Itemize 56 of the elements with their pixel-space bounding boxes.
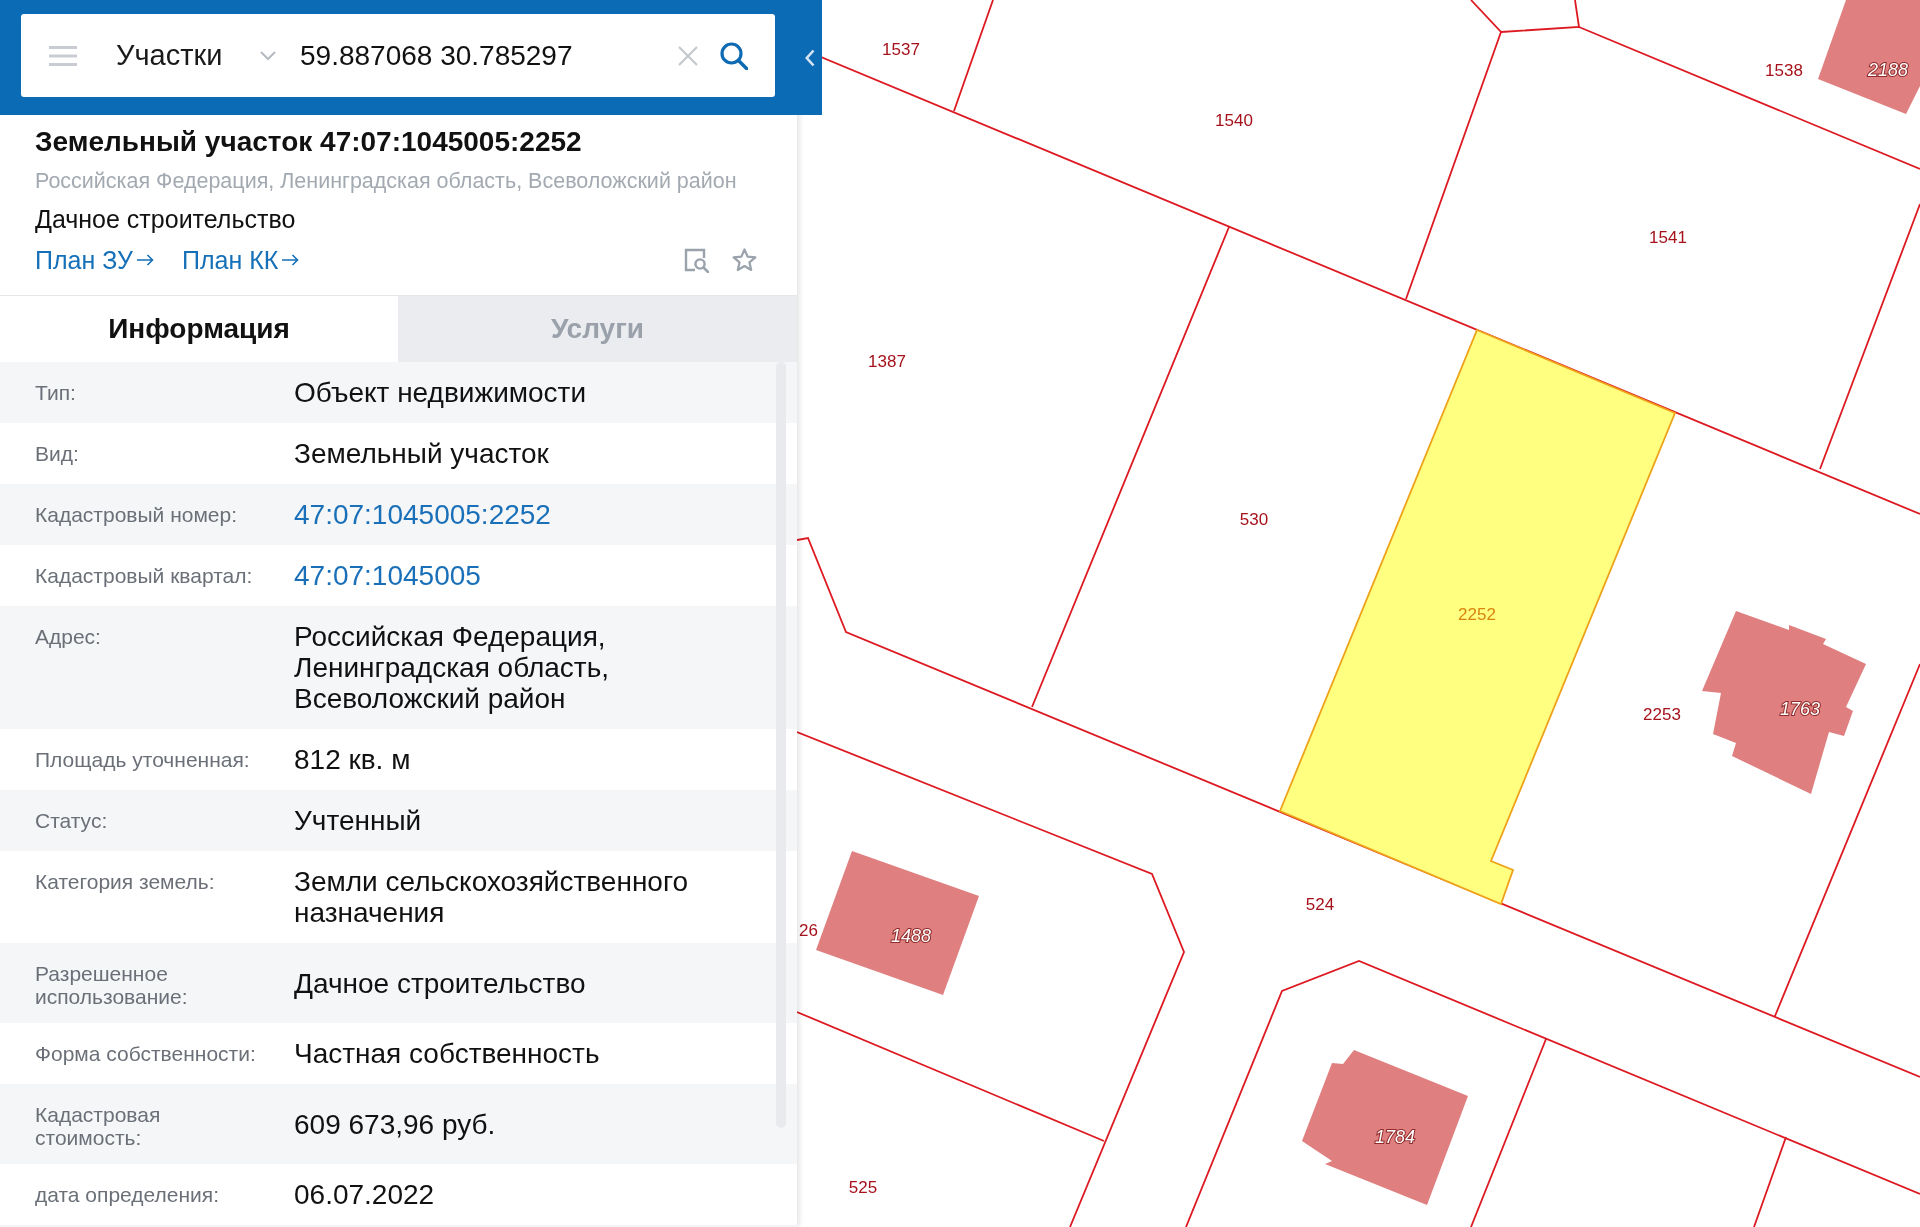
property-label: Разрешенное использование: (35, 961, 189, 1008)
chevron-down-icon (260, 50, 276, 61)
arrow-right-icon (136, 254, 154, 266)
property-label: Вид: (35, 441, 80, 465)
property-label: Категория земель: (35, 869, 216, 893)
building-number: 2188 (1868, 60, 1908, 80)
parcel-number: 1541 (1649, 228, 1687, 247)
property-label: Площадь уточненная: (35, 747, 251, 771)
property-value: Земли сельскохозяйственного назначения (294, 866, 690, 928)
parcel-number: 2252 (1458, 605, 1496, 624)
arrow-right-icon (282, 254, 300, 266)
property-value: 06.07.2022 (294, 1179, 435, 1210)
search-icon[interactable] (720, 41, 748, 70)
property-value: Дачное строительство (294, 967, 586, 999)
property-label: Кадастровый квартал: (35, 563, 254, 587)
parcel-number: 524 (1305, 895, 1335, 914)
property-label: Адрес: (35, 624, 102, 648)
document-search-icon[interactable] (684, 247, 709, 273)
property-label: Статус: (35, 808, 109, 832)
parcel-number: 525 (848, 1178, 878, 1197)
property-value: Учтенный (294, 805, 422, 836)
parcel-number: 1537 (882, 40, 920, 59)
parcel-number: 1538 (1765, 61, 1803, 80)
close-icon[interactable] (678, 45, 698, 66)
property-label: Кадастровый номер: (35, 502, 239, 526)
property-value: Объект недвижимости (294, 377, 587, 408)
parcel-number: 2253 (1643, 705, 1681, 724)
property-value: Земельный участок (294, 438, 549, 469)
menu-icon[interactable] (49, 45, 77, 66)
parcel-purpose: Дачное строительство (35, 204, 297, 234)
property-value: 812 кв. м (294, 744, 411, 775)
parcel-title: Земельный участок 47:07:1045005:2252 (35, 125, 583, 158)
property-value: 609 673,96 руб. (294, 1108, 496, 1140)
parcel-number: 1387 (868, 352, 906, 371)
chevron-left-icon (804, 48, 815, 67)
parcel-number: 1540 (1215, 111, 1253, 130)
plan-link[interactable]: План КК (181, 244, 300, 276)
building-number: 1488 (891, 926, 931, 946)
plan-link[interactable]: План ЗУ (35, 244, 154, 276)
parcel-number: 26 (799, 921, 818, 940)
star-icon[interactable] (732, 248, 757, 272)
collapse-panel-button[interactable] (797, 0, 822, 115)
property-label: Форма собственности: (35, 1041, 257, 1065)
property-value-link[interactable]: 47:07:1045005 (294, 560, 481, 591)
property-value: Российская Федерация, Ленинградская область, Всеволожский район (294, 621, 611, 714)
building-number: 1784 (1375, 1127, 1415, 1147)
layer-select[interactable]: Участки (116, 34, 276, 77)
parcel-number: 530 (1239, 510, 1269, 529)
property-label: Кадастровая стоимость: (35, 1102, 162, 1149)
property-value: Частная собственность (294, 1038, 600, 1069)
search-field[interactable]: Участки 59.887068 30.785297 (21, 14, 775, 97)
property-label: дата определения: (35, 1182, 221, 1206)
property-label: Тип: (35, 380, 77, 404)
parcel-address: Российская Федерация, Ленинградская область, Всеволожский район (35, 168, 738, 195)
property-value-link[interactable]: 47:07:1045005:2252 (294, 499, 551, 530)
building-number: 1763 (1780, 699, 1820, 719)
